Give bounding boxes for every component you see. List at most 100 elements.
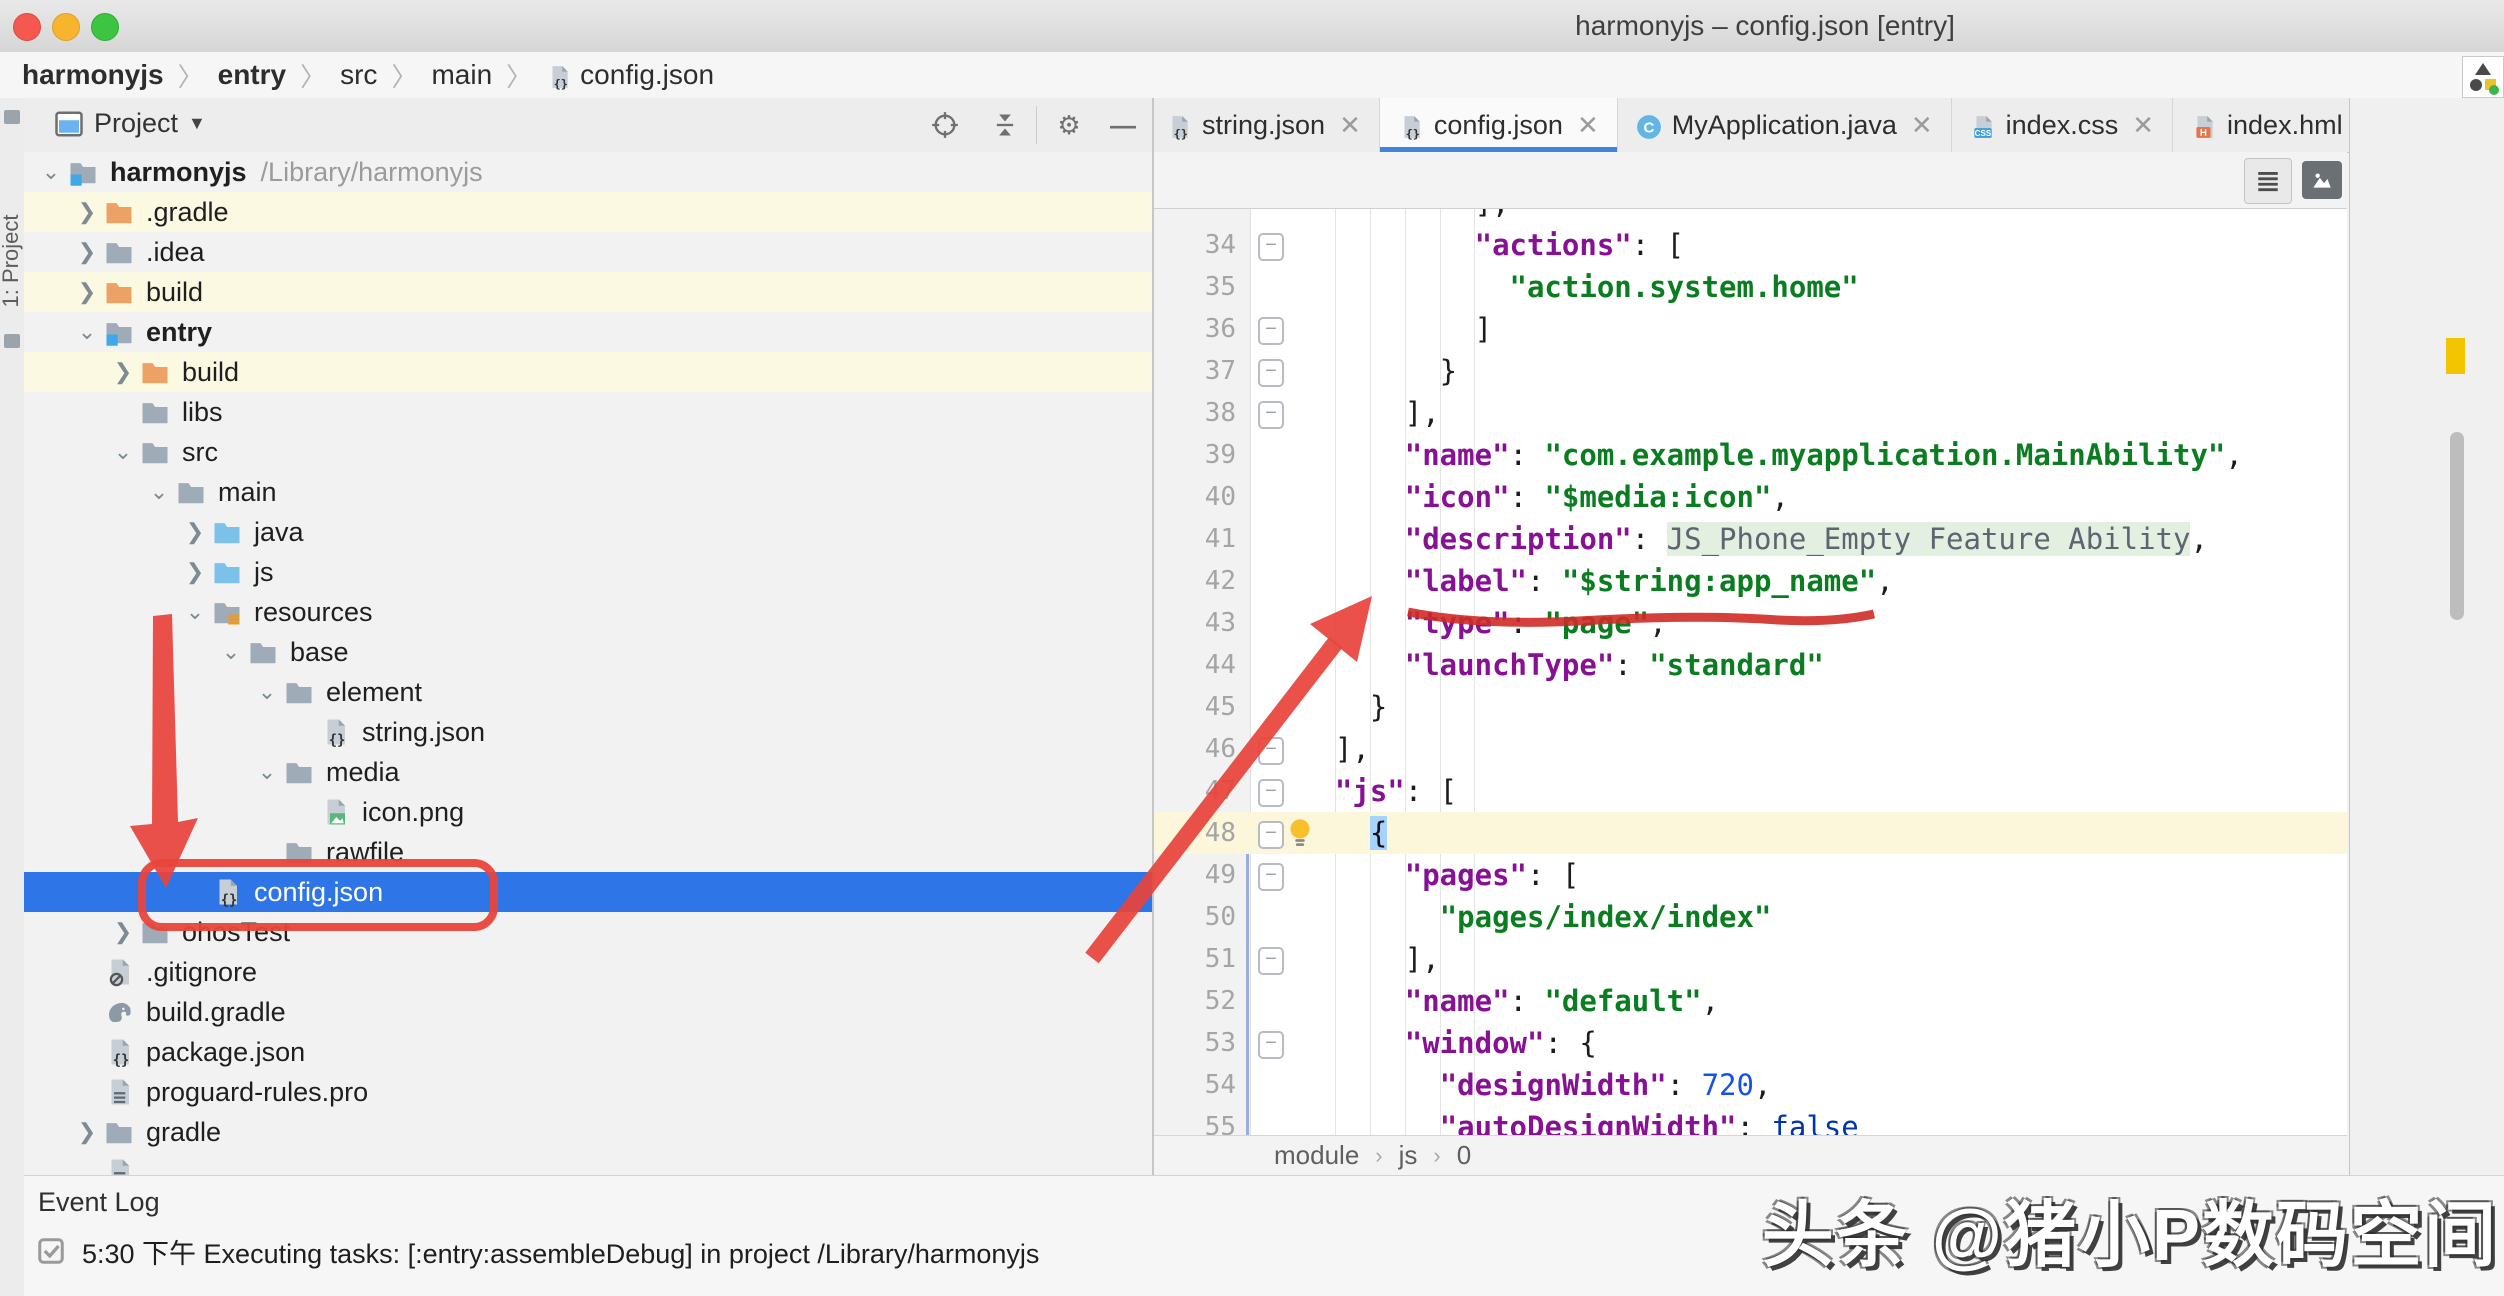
chevron-down-icon[interactable]: ⌄: [142, 479, 176, 505]
tree-item-config.json[interactable]: {} config.json: [24, 872, 1152, 912]
tree-item-.gitignore[interactable]: .gitignore: [24, 952, 1152, 992]
code-line-49[interactable]: 49− "pages": [: [1154, 854, 2347, 896]
event-log-button[interactable]: Event Log: [38, 1176, 160, 1228]
tree-item-entry[interactable]: ⌄ entry: [24, 312, 1152, 352]
editor-breadcrumb-0[interactable]: 0: [1457, 1140, 1471, 1171]
close-tab-icon[interactable]: ✕: [1339, 110, 1361, 141]
fold-marker-icon[interactable]: −: [1258, 779, 1284, 807]
code-line-35[interactable]: 35 "action.system.home": [1154, 266, 2347, 308]
tree-item-build[interactable]: ❯ build: [24, 272, 1152, 312]
code-line-55[interactable]: 55 "autoDesignWidth": false: [1154, 1106, 2347, 1135]
tree-item-java[interactable]: ❯ java: [24, 512, 1152, 552]
tab-config.json[interactable]: {} config.json ✕: [1380, 98, 1618, 152]
tree-item-build.gradle[interactable]: build.gradle: [24, 992, 1152, 1032]
tree-item-clipped[interactable]: [24, 1152, 1152, 1175]
code-line-36[interactable]: 36− ]: [1154, 308, 2347, 350]
breadcrumb-file[interactable]: {}config.json: [546, 59, 714, 91]
close-window-icon[interactable]: [13, 13, 41, 41]
tree-item-.gradle[interactable]: ❯ .gradle: [24, 192, 1152, 232]
project-tree[interactable]: ⌄ harmonyjs/Library/harmonyjs❯ .gradle ❯ …: [24, 152, 1152, 1175]
tree-item-string.json[interactable]: {} string.json: [24, 712, 1152, 752]
code-line-40[interactable]: 40 "icon": "$media:icon",: [1154, 476, 2347, 518]
close-tab-icon[interactable]: ✕: [2132, 110, 2154, 141]
tool-window-icon[interactable]: [4, 110, 20, 124]
code-line-50[interactable]: 50 "pages/index/index": [1154, 896, 2347, 938]
tree-item-base[interactable]: ⌄ base: [24, 632, 1152, 672]
breadcrumb-item[interactable]: entry: [218, 59, 286, 91]
ui-preview-icon[interactable]: [2462, 56, 2504, 98]
code-line-45[interactable]: 45 }: [1154, 686, 2347, 728]
collapse-all-icon[interactable]: [990, 110, 1020, 140]
chevron-down-icon[interactable]: ⌄: [178, 599, 212, 625]
tree-item-resources[interactable]: ⌄ resources: [24, 592, 1152, 632]
tree-item-rawfile[interactable]: rawfile: [24, 832, 1152, 872]
tree-item-proguard-rules.pro[interactable]: proguard-rules.pro: [24, 1072, 1152, 1112]
project-view-selector[interactable]: Project ▼: [54, 108, 206, 139]
chevron-down-icon[interactable]: ⌄: [106, 439, 140, 465]
editor-breadcrumb-module[interactable]: module: [1274, 1140, 1359, 1171]
tree-item-icon.png[interactable]: icon.png: [24, 792, 1152, 832]
code-line-53[interactable]: 53− "window": {: [1154, 1022, 2347, 1064]
code-line-46[interactable]: 46− ],: [1154, 728, 2347, 770]
code-editor[interactable]: ],34− "actions": [35 "action.system.home…: [1154, 209, 2347, 1135]
tree-item-harmonyjs[interactable]: ⌄ harmonyjs/Library/harmonyjs: [24, 152, 1152, 192]
code-view-toggle-icon[interactable]: [2244, 158, 2292, 204]
code-line-47[interactable]: 47− "js": [: [1154, 770, 2347, 812]
chevron-right-icon[interactable]: ❯: [106, 919, 140, 945]
code-line-52[interactable]: 52 "name": "default",: [1154, 980, 2347, 1022]
tree-item-element[interactable]: ⌄ element: [24, 672, 1152, 712]
tree-item-package.json[interactable]: {} package.json: [24, 1032, 1152, 1072]
fold-marker-icon[interactable]: −: [1258, 233, 1284, 261]
tree-item-ohosTest[interactable]: ❯ ohosTest: [24, 912, 1152, 952]
code-line-37[interactable]: 37− }: [1154, 350, 2347, 392]
code-line-38[interactable]: 38− ],: [1154, 392, 2347, 434]
breadcrumb-item[interactable]: main: [431, 59, 492, 91]
breadcrumb-item[interactable]: harmonyjs: [22, 59, 164, 91]
breadcrumb-item[interactable]: src: [340, 59, 377, 91]
minimize-window-icon[interactable]: [52, 13, 80, 41]
error-stripe-warning-mark[interactable]: [2446, 338, 2465, 374]
code-line-39[interactable]: 39 "name": "com.example.myapplication.Ma…: [1154, 434, 2347, 476]
chevron-right-icon[interactable]: ❯: [70, 279, 104, 305]
fold-marker-icon[interactable]: −: [1258, 1031, 1284, 1059]
tab-string.json[interactable]: {} string.json ✕: [1148, 98, 1380, 152]
chevron-down-icon[interactable]: ⌄: [34, 159, 68, 185]
chevron-right-icon[interactable]: ❯: [178, 519, 212, 545]
fold-marker-icon[interactable]: −: [1258, 863, 1284, 891]
tree-item-main[interactable]: ⌄ main: [24, 472, 1152, 512]
chevron-down-icon[interactable]: ⌄: [70, 319, 104, 345]
hide-panel-icon[interactable]: —: [1108, 110, 1138, 140]
code-line-41[interactable]: 41 "description": JS_Phone_Empty Feature…: [1154, 518, 2347, 560]
code-line-51[interactable]: 51− ],: [1154, 938, 2347, 980]
folder-stripe-icon[interactable]: [4, 334, 20, 348]
code-line-42[interactable]: 42 "label": "$string:app_name",: [1154, 560, 2347, 602]
editor-breadcrumb-js[interactable]: js: [1399, 1140, 1418, 1171]
chevron-down-icon[interactable]: ⌄: [250, 679, 284, 705]
chevron-right-icon[interactable]: ❯: [70, 239, 104, 265]
locate-file-icon[interactable]: [930, 110, 960, 140]
tree-item-media[interactable]: ⌄ media: [24, 752, 1152, 792]
tree-item-gradle[interactable]: ❯ gradle: [24, 1112, 1152, 1152]
chevron-right-icon[interactable]: ❯: [70, 1119, 104, 1145]
code-line-43[interactable]: 43 "type": "page",: [1154, 602, 2347, 644]
tree-item-build[interactable]: ❯ build: [24, 352, 1152, 392]
gear-icon[interactable]: ⚙: [1054, 110, 1084, 140]
chevron-right-icon[interactable]: ❯: [106, 359, 140, 385]
chevron-right-icon[interactable]: ❯: [178, 559, 212, 585]
tree-item-libs[interactable]: libs: [24, 392, 1152, 432]
tab-MyApplication.java[interactable]: C MyApplication.java ✕: [1618, 98, 1952, 152]
tree-item-js[interactable]: ❯ js: [24, 552, 1152, 592]
fold-marker-icon[interactable]: −: [1258, 317, 1284, 345]
fold-marker-icon[interactable]: −: [1258, 359, 1284, 387]
project-stripe-button[interactable]: 1: Project: [0, 186, 24, 336]
zoom-window-icon[interactable]: [91, 13, 119, 41]
tab-index.css[interactable]: CSS index.css ✕: [1952, 98, 2173, 152]
scrollbar-thumb[interactable]: [2450, 432, 2464, 620]
code-line-partial[interactable]: ],: [1154, 209, 2347, 224]
preview-view-toggle-icon[interactable]: [2302, 161, 2342, 199]
fold-marker-icon[interactable]: −: [1258, 737, 1284, 765]
fold-marker-icon[interactable]: −: [1258, 821, 1284, 849]
close-tab-icon[interactable]: ✕: [1911, 110, 1933, 141]
code-line-48[interactable]: 48− {: [1154, 812, 2347, 854]
code-line-34[interactable]: 34− "actions": [: [1154, 224, 2347, 266]
